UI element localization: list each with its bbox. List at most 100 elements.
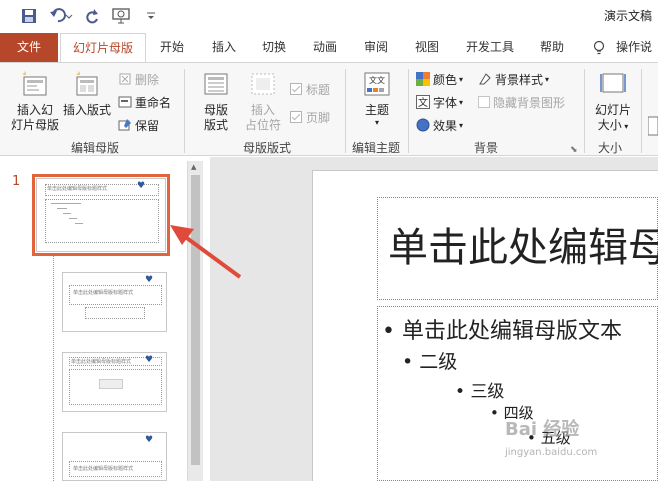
insert-placeholder-label-1: 插入 — [250, 103, 275, 117]
close-master-view-icon[interactable] — [647, 115, 658, 140]
tab-view[interactable]: 视图 — [405, 33, 449, 62]
thumbnail-text-line — [51, 203, 81, 204]
tab-home[interactable]: 开始 — [150, 33, 194, 62]
body-level-3-text: 三级 — [470, 382, 505, 402]
insert-layout-icon — [76, 71, 98, 96]
group-label-edit-master: 编辑母版 — [70, 141, 119, 155]
thumbnail-scrollbar[interactable]: ▲ — [187, 161, 203, 481]
thumbnail-text-line — [69, 218, 77, 219]
thumbnail-slide-2[interactable]: 单击此处编辑母版标题样式 ♥ — [62, 272, 167, 332]
insert-slide-master-icon — [22, 71, 47, 96]
tab-insert[interactable]: 插入 — [202, 33, 246, 62]
window-title: 演示文稿 — [603, 9, 652, 23]
footer-checkbox-label: 页脚 — [306, 110, 331, 125]
svg-text:文文: 文文 — [369, 75, 385, 85]
tab-animations[interactable]: 动画 — [303, 33, 347, 62]
master-layout-label-2: 版式 — [203, 118, 228, 132]
layout-connector-line — [53, 256, 54, 481]
svg-text:文: 文 — [418, 96, 428, 109]
group-label-size: 大小 — [597, 141, 622, 155]
insert-placeholder-button[interactable]: 插入 占位符 — [238, 69, 288, 133]
background-styles-icon — [478, 72, 492, 86]
body-level-2: • 二级 — [402, 351, 458, 373]
insert-master-label-2: 灯片母版 — [10, 118, 59, 132]
hide-background-label: 隐藏背景图形 — [493, 95, 566, 110]
watermark-logo: Bai 经验 — [505, 419, 580, 440]
annotation-arrow-icon — [170, 225, 242, 279]
scroll-up-icon[interactable]: ▲ — [191, 163, 196, 171]
slide-size-label-1: 幻灯片 — [594, 103, 631, 117]
themes-icon: 文文 — [364, 72, 390, 96]
insert-slide-master-button[interactable]: 插入幻 灯片母版 — [8, 69, 62, 133]
lightbulb-icon — [592, 40, 606, 59]
preserve-button[interactable]: 保留 — [118, 115, 159, 135]
thumbnail-subtitle-placeholder — [85, 307, 145, 319]
thumbnail-title: 单击此处编辑母版标题样式 — [71, 359, 132, 365]
body-level-3: • 三级 — [455, 382, 505, 402]
slide-title-text: 单击此处编辑母 — [388, 225, 658, 271]
insert-master-label-1: 插入幻 — [16, 103, 53, 117]
tab-slide-master[interactable]: 幻灯片母版 — [60, 33, 146, 63]
redo-icon[interactable] — [82, 6, 102, 26]
footer-checkbox-box[interactable] — [290, 111, 302, 123]
insert-placeholder-label-2: 占位符 — [244, 118, 281, 132]
footer-checkbox[interactable]: 页脚 — [290, 107, 330, 127]
undo-icon[interactable] — [48, 6, 74, 26]
master-layout-button[interactable]: 母版 版式 — [194, 69, 238, 133]
tab-file[interactable]: 文件 — [0, 33, 58, 62]
preserve-icon — [118, 118, 132, 132]
preserve-label: 保留 — [135, 118, 160, 133]
rename-button[interactable]: 重命名 — [118, 92, 171, 112]
background-styles-label: 背景样式 — [495, 72, 544, 87]
tab-help[interactable]: 帮助 — [530, 33, 574, 62]
group-separator — [584, 69, 585, 153]
tab-transitions[interactable]: 切换 — [252, 33, 296, 62]
thumbnail-body-placeholder — [45, 199, 159, 243]
thumbnail-slide-4[interactable]: 单击此处编辑母版标题样式 ♥ — [62, 432, 167, 481]
slide-size-icon — [600, 73, 626, 93]
thumbnail-title: 单击此处编辑母版标题样式 — [47, 186, 108, 192]
slide-size-button[interactable]: 幻灯片 大小 ▾ — [588, 69, 638, 134]
watermark-url: jingyan.baidu.com — [505, 447, 598, 458]
customize-qat-icon[interactable] — [144, 6, 158, 26]
title-checkbox-label: 标题 — [306, 82, 331, 97]
delete-icon — [118, 72, 132, 86]
effects-dropdown[interactable]: 效果 ▾ — [416, 115, 463, 135]
group-separator — [184, 69, 185, 153]
insert-layout-button[interactable]: 插入版式 — [60, 69, 114, 118]
thumbnail-content-icons — [99, 379, 123, 389]
thumbnail-text-line — [57, 208, 67, 209]
tab-review[interactable]: 审阅 — [354, 33, 398, 62]
body-level-1-text: 单击此处编辑母版文本 — [401, 319, 622, 344]
thumbnail-slide-1[interactable]: 单击此处编辑母版标题样式 ♥ — [36, 178, 166, 252]
thumbnail-title: 单击此处编辑母版标题样式 — [73, 290, 134, 296]
themes-dropdown-icon: ▾ — [374, 118, 379, 127]
slide-number: 1 — [12, 174, 21, 189]
delete-button[interactable]: 删除 — [118, 69, 159, 89]
background-styles-dropdown[interactable]: 背景样式 ▾ — [478, 69, 549, 89]
insert-layout-label: 插入版式 — [62, 103, 111, 117]
master-layout-label-1: 母版 — [203, 103, 228, 117]
insert-placeholder-icon — [251, 73, 275, 95]
heart-icon: ♥ — [137, 181, 146, 191]
title-checkbox-box[interactable] — [290, 83, 302, 95]
dialog-launcher-icon[interactable]: ⬊ — [570, 145, 578, 155]
colors-icon — [416, 72, 430, 86]
title-checkbox[interactable]: 标题 — [290, 79, 330, 99]
hide-background-checkbox[interactable]: 隐藏背景图形 — [478, 92, 565, 112]
fonts-label: 字体 — [433, 95, 458, 110]
save-icon[interactable] — [18, 6, 40, 26]
colors-label: 颜色 — [433, 72, 458, 87]
themes-button[interactable]: 文文 主题 ▾ — [354, 69, 400, 128]
fonts-dropdown[interactable]: 文 字体 ▾ — [416, 92, 463, 112]
hide-background-checkbox-box[interactable] — [478, 96, 490, 108]
thumbnail-slide-3[interactable]: 单击此处编辑母版标题样式 ♥ — [62, 352, 167, 412]
heart-icon: ♥ — [145, 275, 154, 285]
present-from-start-icon[interactable] — [110, 6, 134, 26]
fonts-icon: 文 — [416, 95, 430, 109]
slide-size-label-2: 大小 — [597, 118, 622, 132]
tab-developer[interactable]: 开发工具 — [456, 33, 524, 62]
colors-dropdown[interactable]: 颜色 ▾ — [416, 69, 463, 89]
tell-me-search[interactable]: 操作说 — [616, 33, 658, 62]
group-label-edit-theme: 编辑主题 — [351, 141, 400, 155]
